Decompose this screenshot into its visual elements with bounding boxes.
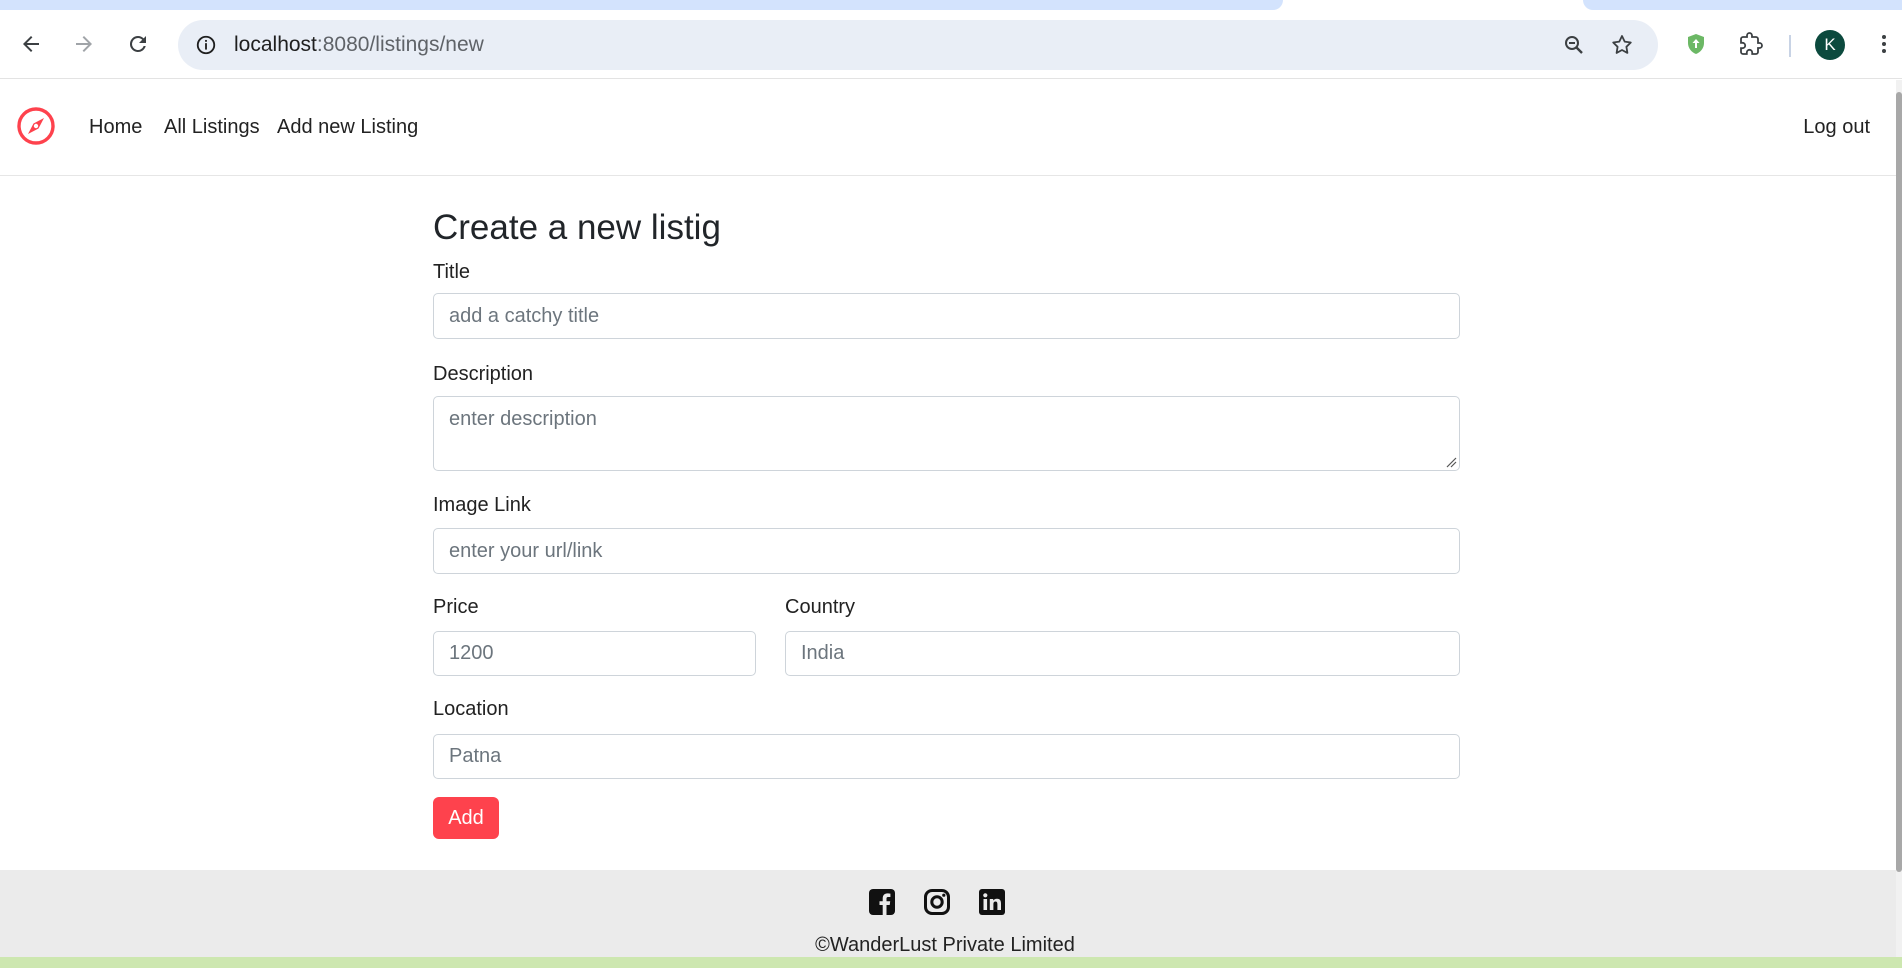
forward-arrow-icon[interactable] xyxy=(64,24,104,64)
description-placeholder: enter description xyxy=(449,408,597,430)
star-icon[interactable] xyxy=(1606,29,1638,61)
description-textarea[interactable]: enter description xyxy=(433,396,1460,471)
nav-all-listings-link[interactable]: All Listings xyxy=(164,115,260,139)
other-tab[interactable] xyxy=(1583,0,1902,10)
price-label: Price xyxy=(433,596,479,618)
logout-link[interactable]: Log out xyxy=(1803,115,1870,139)
page-title: Create a new listig xyxy=(433,208,721,247)
back-arrow-icon[interactable] xyxy=(11,24,51,64)
active-tab[interactable] xyxy=(0,0,1283,10)
price-input[interactable]: 1200 xyxy=(433,631,756,676)
title-label: Title xyxy=(433,261,471,283)
image-link-label: Image Link xyxy=(433,494,531,516)
site-navbar: Home All Listings Add new Listing Log ou… xyxy=(0,80,1896,176)
linkedin-icon[interactable] xyxy=(978,888,1006,916)
location-label: Location xyxy=(433,698,509,720)
country-input[interactable]: India xyxy=(785,631,1460,676)
nav-home-link[interactable]: Home xyxy=(89,115,142,139)
url-path: :8080/listings/new xyxy=(316,33,484,56)
zoom-icon[interactable] xyxy=(1558,29,1590,61)
puzzle-icon[interactable] xyxy=(1731,24,1771,64)
copyright-text: ©WanderLust Private Limited xyxy=(815,934,1075,956)
shield-icon[interactable] xyxy=(1676,24,1716,64)
url-text[interactable]: localhost:8080/listings/new xyxy=(234,20,484,70)
country-label: Country xyxy=(785,596,856,618)
profile-avatar[interactable]: K xyxy=(1815,30,1845,60)
toolbar-divider xyxy=(1789,35,1791,57)
url-host: localhost xyxy=(234,33,317,56)
page-content: Home All Listings Add new Listing Log ou… xyxy=(0,80,1896,968)
scrollbar-thumb[interactable] xyxy=(1896,92,1902,872)
description-label: Description xyxy=(433,363,534,385)
kebab-menu-icon[interactable] xyxy=(1864,24,1902,64)
resize-handle-icon[interactable] xyxy=(1445,456,1457,468)
info-icon[interactable] xyxy=(190,29,222,61)
add-button[interactable]: Add xyxy=(433,797,499,839)
bottom-status-strip xyxy=(0,957,1902,968)
tab-strip xyxy=(0,0,1902,10)
compass-icon[interactable] xyxy=(16,106,56,146)
location-input[interactable]: Patna xyxy=(433,734,1460,779)
facebook-icon[interactable] xyxy=(868,888,896,916)
nav-add-listing-link[interactable]: Add new Listing xyxy=(277,115,418,139)
reload-icon[interactable] xyxy=(118,24,158,64)
address-bar[interactable]: localhost:8080/listings/new xyxy=(178,20,1658,70)
instagram-icon[interactable] xyxy=(923,888,951,916)
page-scrollbar[interactable] xyxy=(1896,80,1902,957)
title-input[interactable]: add a catchy title xyxy=(433,293,1460,339)
site-footer: ©WanderLust Private Limited xyxy=(0,870,1896,968)
image-link-input[interactable]: enter your url/link xyxy=(433,528,1460,574)
browser-toolbar: localhost:8080/listings/new K xyxy=(0,10,1902,79)
